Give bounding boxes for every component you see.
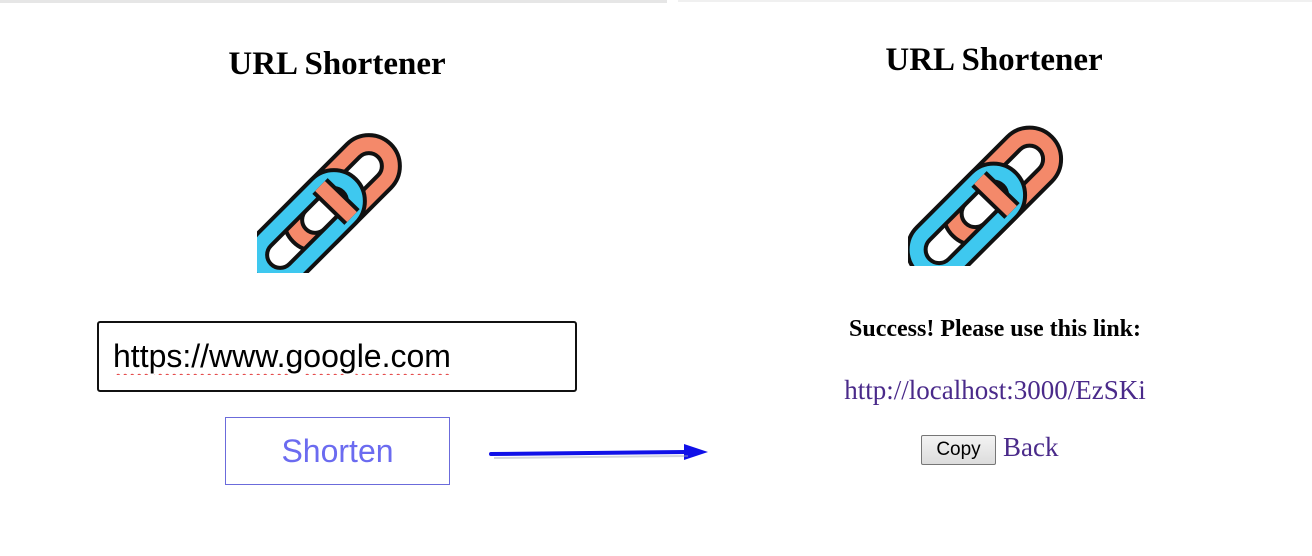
back-link[interactable]: Back [1003,432,1058,463]
success-message: Success! Please use this link: [848,316,1142,342]
url-input[interactable] [97,321,577,392]
copy-button[interactable]: Copy [921,435,996,465]
page-title: URL Shortener [228,46,446,82]
shorten-button[interactable]: Shorten [225,417,450,485]
short-url-link[interactable]: http://localhost:3000/EzSKi [844,375,1145,406]
shortener-result-panel: URL Shortener [678,0,1312,556]
page-title: URL Shortener [885,42,1103,78]
chain-link-icon [908,125,1064,266]
chain-link-icon [257,133,402,273]
